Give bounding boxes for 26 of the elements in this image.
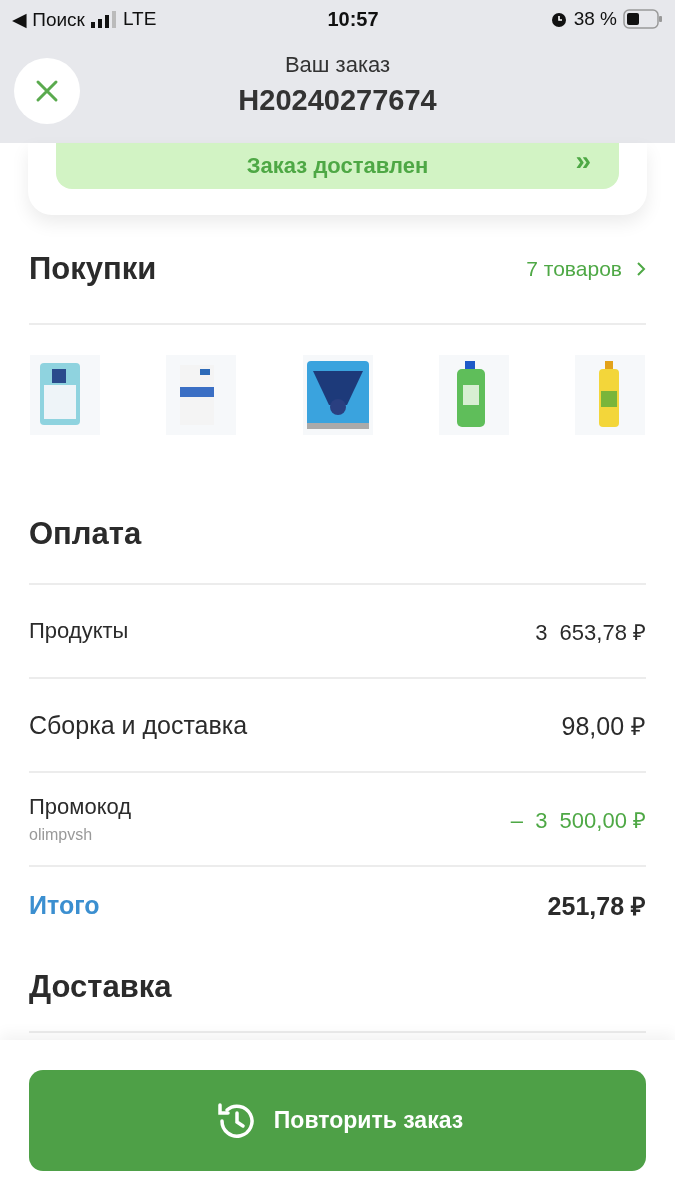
payment-label: Сборка и доставка	[29, 710, 248, 740]
order-status-banner[interactable]: Заказ доставлен »	[56, 143, 619, 189]
network-label: LTE	[122, 8, 157, 30]
payment-amount: 3 653,78 ₽	[535, 619, 646, 646]
chevron-icon	[636, 261, 646, 277]
payment-label: Итого	[29, 890, 100, 920]
clock-time: 10:57	[327, 7, 379, 31]
payment-label: Продукты	[29, 618, 129, 644]
repeat-order-button[interactable]: Повторить заказ	[29, 1070, 646, 1171]
section-title: Покупки	[29, 251, 157, 287]
promo-code: olimpvsh	[29, 826, 94, 844]
header-title: Ваш заказ	[284, 52, 391, 78]
section-title: Оплата	[29, 515, 142, 552]
payment-amount: 251,78 ₽	[547, 891, 646, 922]
order-number: H20240277674	[238, 84, 437, 117]
payment-label: Промокод	[29, 794, 132, 820]
back-link[interactable]: ◀ Поиск	[12, 7, 85, 31]
section-title: Доставка	[29, 969, 172, 1005]
signal-icon	[90, 10, 117, 28]
payment-amount: 98,00 ₽	[561, 711, 646, 742]
battery-percent: 38 %	[573, 8, 617, 30]
payment-amount: – 3 500,00 ₽	[510, 807, 646, 834]
close-icon	[35, 78, 59, 103]
battery-icon	[623, 9, 663, 29]
alarm-icon	[549, 10, 568, 28]
items-count-link[interactable]: 7 товаров	[526, 257, 646, 281]
